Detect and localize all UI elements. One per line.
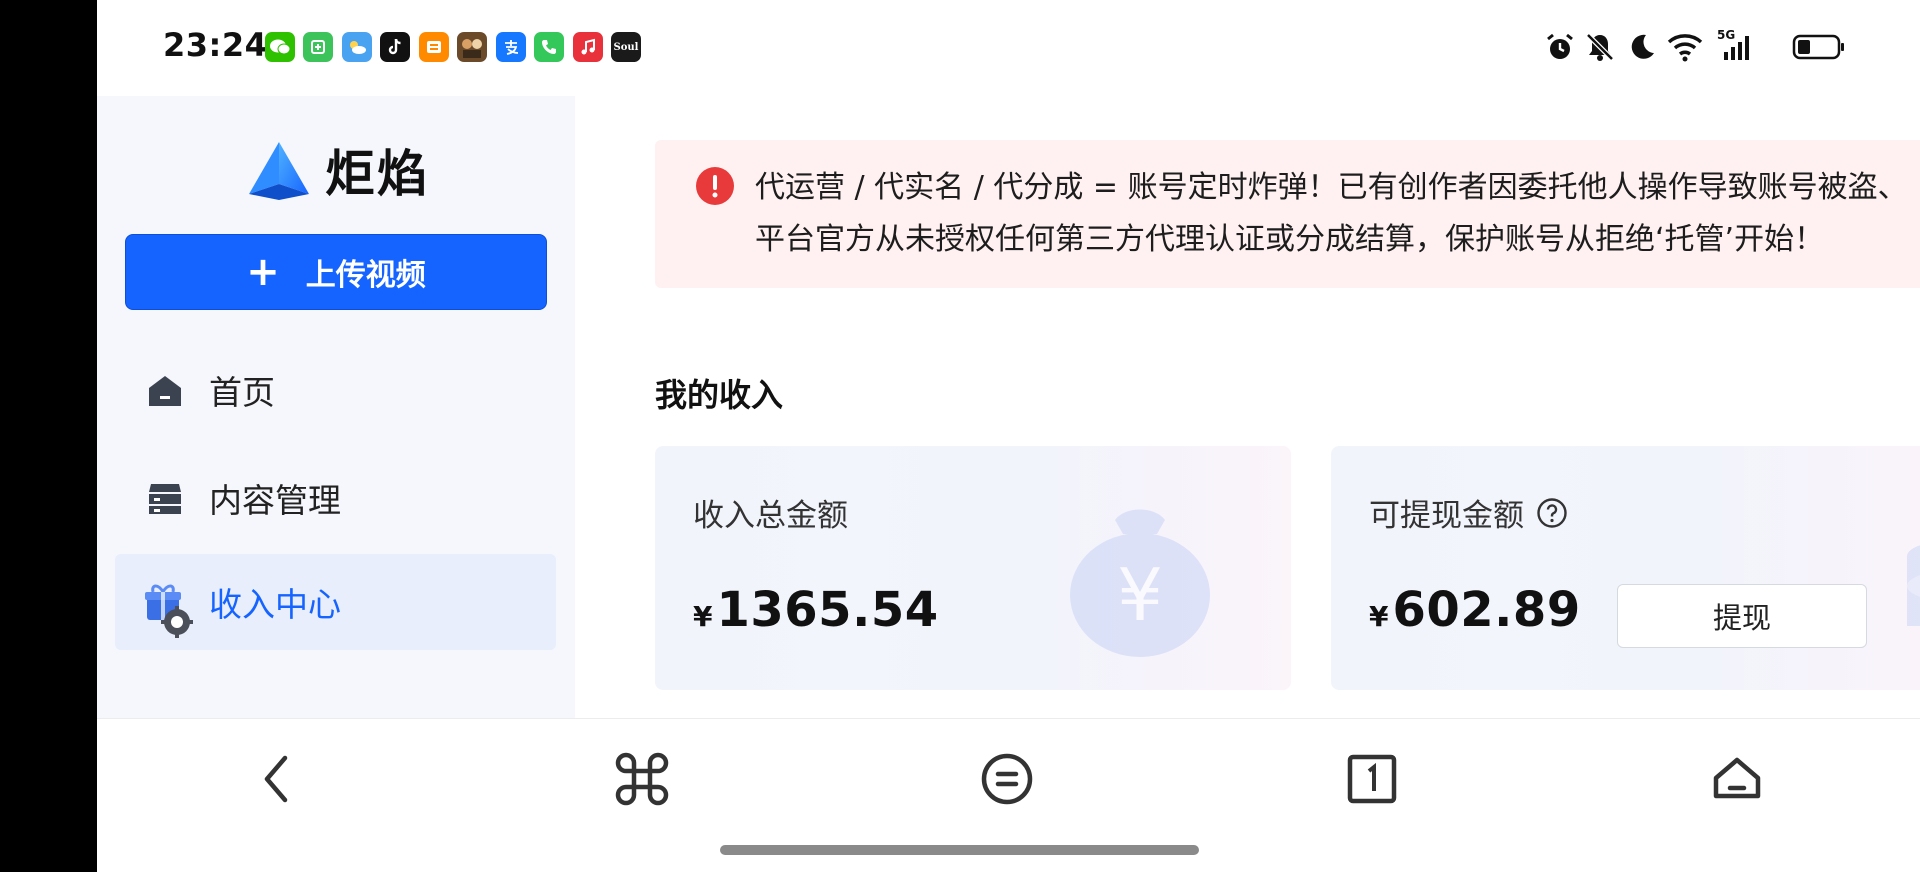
svg-text:¥: ¥	[1117, 553, 1163, 637]
money-bag-icon: ¥	[1070, 509, 1210, 657]
notice-text-line-2: 平台官方从未授权任何第三方代理认证或分成结算，保护账号从拒绝‘托管’开始！	[755, 222, 1825, 257]
gift-icon	[145, 582, 193, 638]
sidebar-item-label: 首页	[209, 373, 275, 412]
tiktok-icon	[380, 32, 410, 62]
command-icon	[615, 752, 669, 806]
currency-symbol: ¥	[693, 600, 713, 633]
upload-video-label: 上传视频	[305, 258, 426, 293]
wechat-icon	[265, 32, 295, 62]
do-not-disturb-icon	[1624, 30, 1658, 64]
income-section-title: 我的收入	[655, 376, 784, 414]
soul-icon: Soul	[611, 32, 641, 62]
total-income-card: ¥ 收入总金额 ¥ 1365.54	[655, 446, 1291, 690]
content-icon	[145, 478, 185, 518]
alipay-icon	[496, 32, 526, 62]
withdrawable-label: 可提现金额	[1369, 498, 1524, 534]
currency-symbol: ¥	[1369, 600, 1389, 633]
back-icon	[264, 755, 288, 803]
logo-text: 炬焰	[325, 145, 429, 203]
notice-text-line-1: 代运营 / 代实名 / 代分成 = 账号定时炸弹！已有创作者因委托他人操作导致账…	[755, 170, 1908, 205]
mute-icon	[1583, 30, 1617, 64]
withdrawable-amount: 602.89	[1392, 582, 1581, 638]
home-button[interactable]	[1707, 749, 1767, 809]
cellular-signal-icon: 5G	[1709, 28, 1757, 64]
phone-icon	[534, 32, 564, 62]
home-indicator[interactable]	[720, 845, 1199, 855]
app-orange-icon	[419, 32, 449, 62]
sidebar-item-content-management[interactable]: 内容管理	[115, 450, 556, 546]
plus-icon: +	[246, 249, 280, 295]
network-type-label: 5G	[1717, 28, 1736, 42]
warning-notice: 代运营 / 代实名 / 代分成 = 账号定时炸弹！已有创作者因委托他人操作导致账…	[655, 140, 1920, 288]
bottom-navigation-bar	[97, 718, 1920, 872]
tabs-icon	[1347, 754, 1397, 804]
app-green-icon	[303, 32, 333, 62]
withdrawable-card: 可提现金额 ¥ 602.89 提现	[1331, 446, 1920, 690]
status-time: 23:24	[163, 26, 268, 64]
wifi-icon	[1665, 30, 1705, 64]
weather-icon	[342, 32, 372, 62]
sidebar-item-income-center[interactable]: 收入中心	[115, 554, 556, 650]
screen: 23:24 Soul 5G 炬焰 + 上传视频 首页 内容管理 收入中心 代运营…	[97, 0, 1920, 872]
coin-stack-icon	[1907, 545, 1920, 626]
logo-icon	[249, 142, 309, 200]
house-icon	[1713, 757, 1761, 799]
music-icon	[573, 32, 603, 62]
withdrawable-label-row: 可提现金额	[1369, 490, 1568, 535]
menu-icon	[981, 753, 1033, 805]
sidebar-item-label: 内容管理	[209, 481, 341, 520]
upload-video-button[interactable]: + 上传视频	[125, 234, 547, 310]
game-icon	[457, 32, 487, 62]
total-income-label: 收入总金额	[693, 498, 848, 534]
back-button[interactable]	[247, 749, 307, 809]
logo[interactable]: 炬焰	[247, 134, 429, 206]
help-icon[interactable]	[1536, 497, 1568, 529]
battery-icon	[1791, 30, 1847, 64]
menu-button[interactable]	[977, 749, 1037, 809]
tabs-button[interactable]	[1342, 749, 1402, 809]
sidebar: 炬焰 + 上传视频 首页 内容管理 收入中心	[97, 96, 575, 718]
command-button[interactable]	[612, 749, 672, 809]
alarm-icon	[1543, 30, 1577, 64]
sidebar-item-home[interactable]: 首页	[115, 342, 556, 438]
total-income-value: ¥ 1365.54	[693, 582, 939, 638]
warning-icon	[695, 166, 735, 210]
home-icon	[145, 370, 185, 410]
total-income-amount: 1365.54	[716, 582, 939, 638]
withdraw-button[interactable]: 提现	[1617, 584, 1867, 648]
sidebar-item-label: 收入中心	[209, 585, 341, 624]
status-bar: 23:24 Soul 5G	[97, 0, 1920, 96]
withdrawable-value: ¥ 602.89	[1369, 582, 1581, 638]
